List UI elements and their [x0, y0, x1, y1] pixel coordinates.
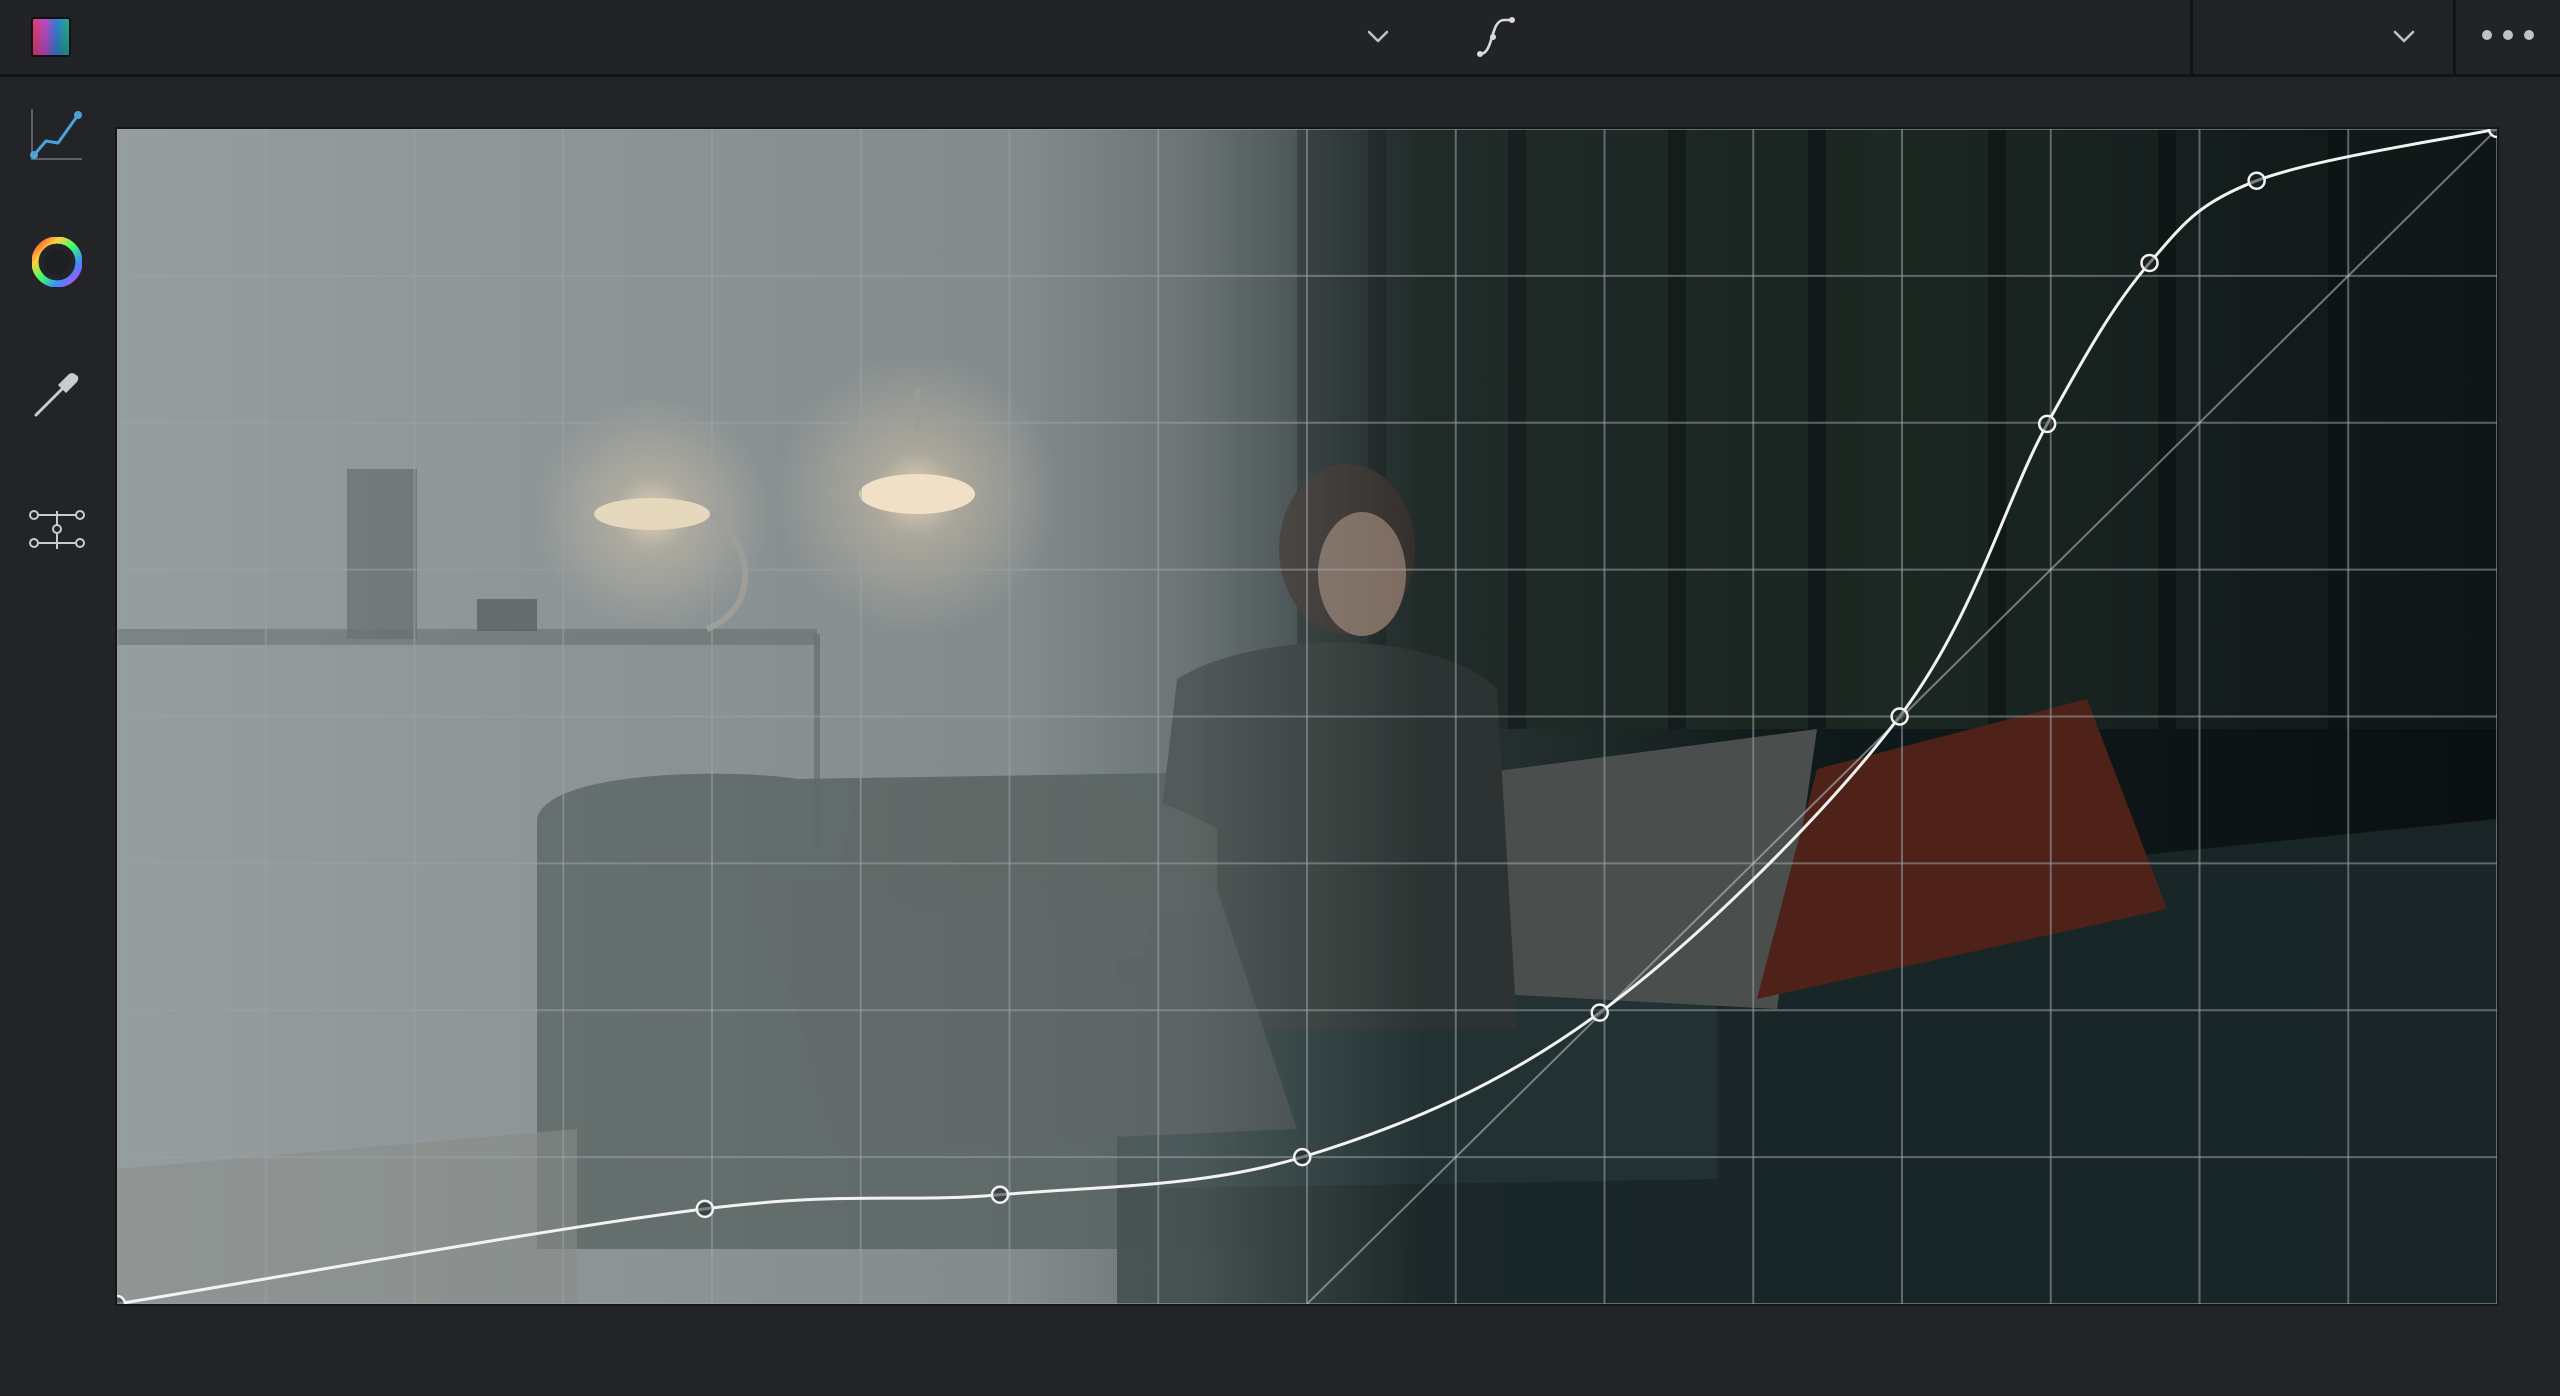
- s-curve-icon[interactable]: [1476, 12, 1520, 65]
- toolbar-divider: [2190, 0, 2193, 74]
- control-points-icon[interactable]: [28, 505, 86, 560]
- background-image: [117, 129, 2497, 1304]
- top-toolbar: [0, 0, 2560, 77]
- chevron-down-icon[interactable]: [1364, 22, 1392, 55]
- curve-graph-icon[interactable]: [28, 105, 86, 168]
- color-wheel-icon[interactable]: [31, 236, 83, 292]
- more-horizontal-icon[interactable]: [2480, 28, 2536, 47]
- toolbar-divider: [2453, 0, 2456, 74]
- chevron-down-icon[interactable]: [2390, 22, 2418, 55]
- app-gradient-icon[interactable]: [31, 17, 71, 57]
- left-sidebar: [0, 77, 115, 1396]
- curve-canvas[interactable]: [117, 129, 2497, 1304]
- eyedropper-icon[interactable]: [32, 369, 82, 424]
